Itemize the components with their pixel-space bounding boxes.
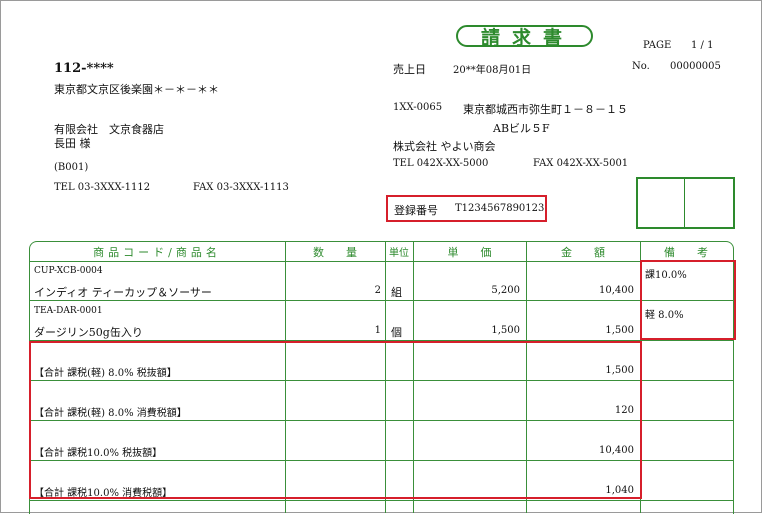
issuer-company: 株式会社 やよい商会 bbox=[393, 140, 496, 153]
issuer-tel: TEL 042X-XX-5000 bbox=[393, 158, 489, 169]
header-amount: 金 額 bbox=[561, 246, 605, 259]
header-unit: 単位 bbox=[389, 248, 409, 259]
row1-code: CUP-XCB-0004 bbox=[34, 266, 103, 276]
header-qty: 数 量 bbox=[313, 246, 357, 259]
row2-amount: 1,500 bbox=[605, 325, 634, 336]
row1-unit: 組 bbox=[391, 286, 402, 299]
issuer-postal: 1XX-0065 bbox=[393, 102, 443, 113]
header-note: 備 考 bbox=[664, 246, 708, 259]
customer-postal: 112-**** bbox=[54, 61, 114, 76]
tax-rate-highlight bbox=[640, 260, 736, 340]
page-value: 1 / 1 bbox=[691, 40, 714, 51]
page-label: PAGE bbox=[643, 40, 672, 51]
tax-totals-highlight bbox=[29, 341, 642, 499]
row2-code: TEA-DAR-0001 bbox=[34, 306, 103, 316]
sale-date-label: 売上日 bbox=[393, 63, 426, 76]
registration-label: 登録番号 bbox=[394, 204, 438, 217]
document-title: 請求書 bbox=[456, 25, 593, 49]
row2-name: ダージリン50g缶入り bbox=[34, 326, 143, 339]
row1-price: 5,200 bbox=[491, 285, 520, 296]
header-item: 商品コード/商品名 bbox=[93, 246, 221, 259]
customer-code: (B001) bbox=[54, 162, 89, 173]
customer-person: 長田 様 bbox=[54, 137, 91, 150]
row-line-6 bbox=[29, 500, 733, 501]
customer-address: 東京都文京区後楽園＊－＊－＊＊ bbox=[54, 83, 219, 96]
issuer-address1: 東京都城西市弥生町１－８－１５ bbox=[463, 103, 628, 116]
number-label: No. bbox=[632, 61, 650, 72]
row2-price: 1,500 bbox=[491, 325, 520, 336]
row1-name: インディオ ティーカップ＆ソーサー bbox=[34, 286, 212, 299]
customer-tel: TEL 03-3XXX-1112 bbox=[54, 182, 151, 193]
row2-qty: 1 bbox=[374, 325, 381, 336]
row2-unit: 個 bbox=[391, 326, 402, 339]
header-row-line bbox=[29, 261, 733, 262]
row1-amount: 10,400 bbox=[599, 285, 634, 296]
sale-date: 20**年08月01日 bbox=[453, 65, 532, 76]
invoice-number: 00000005 bbox=[670, 61, 721, 72]
issuer-address2: ABビル５F bbox=[493, 122, 550, 135]
header-price: 単 価 bbox=[447, 246, 492, 259]
issuer-fax: FAX 042X-XX-5001 bbox=[533, 158, 629, 169]
registration-number: T1234567890123 bbox=[455, 203, 545, 214]
stamp-boxes bbox=[636, 177, 735, 229]
row-line-1 bbox=[29, 300, 733, 301]
row1-qty: 2 bbox=[374, 285, 381, 296]
customer-fax: FAX 03-3XXX-1113 bbox=[193, 182, 289, 193]
